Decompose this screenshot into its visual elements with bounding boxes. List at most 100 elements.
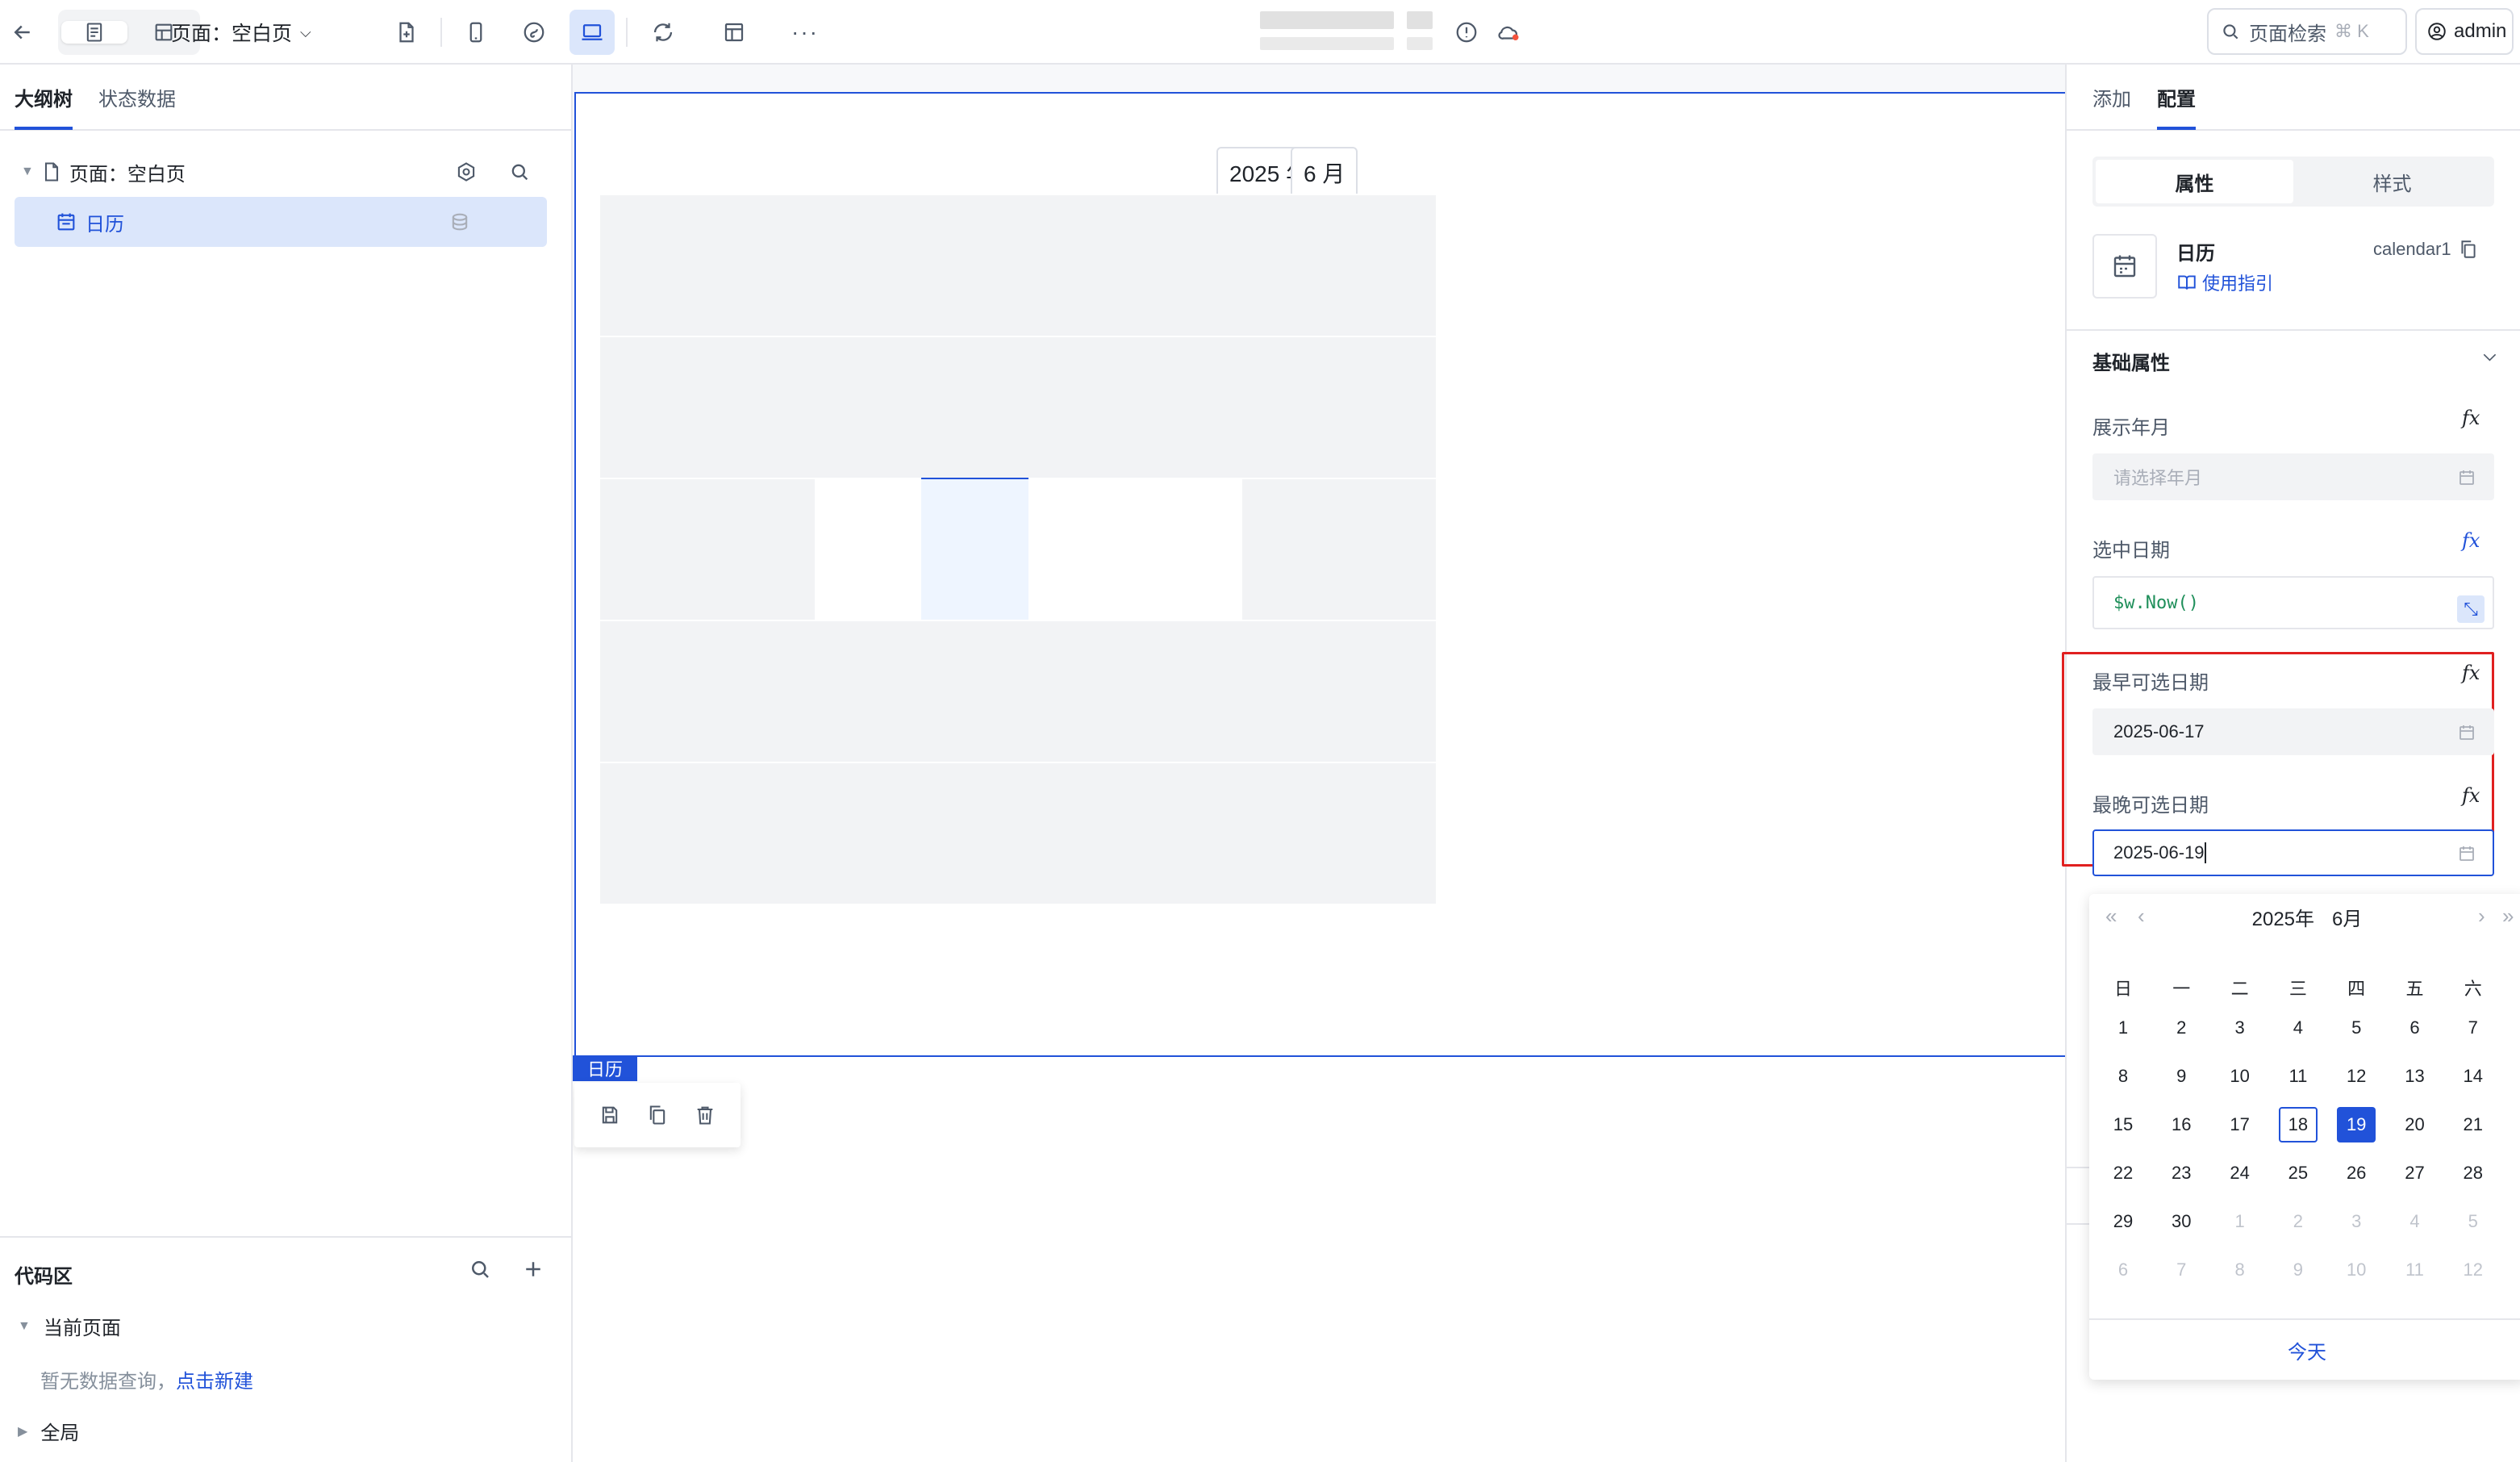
tree-node-page[interactable]: ▼ 页面：空白页 xyxy=(15,147,547,197)
today-button[interactable]: 今天 xyxy=(2089,1318,2520,1380)
picker-day[interactable]: 13 xyxy=(2396,1059,2434,1094)
max-date-input[interactable]: 2025-06-19 xyxy=(2092,829,2494,876)
fx-icon[interactable]: fx xyxy=(2462,784,2480,807)
template-layout-icon[interactable] xyxy=(711,10,757,55)
mobile-preview-icon[interactable] xyxy=(453,10,499,55)
picker-day[interactable]: 19 xyxy=(2337,1107,2376,1142)
picker-day[interactable]: 17 xyxy=(2221,1107,2259,1142)
picker-day[interactable]: 7 xyxy=(2454,1010,2493,1046)
section-title: 基础属性 xyxy=(2092,353,2170,374)
picker-day[interactable]: 1 xyxy=(2104,1010,2142,1046)
picker-year[interactable]: 2025年 xyxy=(2252,903,2314,931)
picker-day: 2 xyxy=(2293,1211,2304,1231)
picker-day[interactable]: 3 xyxy=(2221,1010,2259,1046)
calendar-day-cell[interactable] xyxy=(1242,762,1436,904)
picker-day[interactable]: 20 xyxy=(2396,1107,2434,1142)
tab-outline-tree[interactable]: 大纲树 xyxy=(15,64,73,130)
cloud-sync-icon[interactable] xyxy=(1486,10,1531,55)
picker-day: 3 xyxy=(2351,1211,2362,1231)
fx-icon[interactable]: fx xyxy=(2462,529,2480,552)
desktop-preview-icon[interactable] xyxy=(570,10,615,55)
calendar-day-cell[interactable] xyxy=(1242,478,1436,620)
more-icon[interactable]: ··· xyxy=(782,10,828,55)
caret-right-icon[interactable]: ▶ xyxy=(18,1423,27,1439)
document-view-icon[interactable] xyxy=(61,21,127,44)
expand-editor-icon[interactable]: ⤡ xyxy=(2457,595,2485,623)
back-arrow-icon[interactable] xyxy=(0,10,45,55)
code-global[interactable]: ▶ 全局 xyxy=(18,1417,79,1445)
picker-day[interactable]: 2 xyxy=(2162,1010,2201,1046)
caret-down-icon[interactable]: ▼ xyxy=(21,165,34,179)
code-search-icon[interactable] xyxy=(468,1257,492,1281)
picker-day[interactable]: 23 xyxy=(2162,1155,2201,1191)
tree-search-icon[interactable] xyxy=(508,161,531,183)
tab-properties[interactable]: 属性 xyxy=(2096,160,2293,203)
picker-day[interactable]: 24 xyxy=(2221,1155,2259,1191)
delete-icon[interactable] xyxy=(694,1104,716,1126)
refresh-icon[interactable] xyxy=(640,10,686,55)
tab-config[interactable]: 配置 xyxy=(2157,64,2196,130)
picker-day[interactable]: 22 xyxy=(2104,1155,2142,1191)
calendar-day-cell[interactable] xyxy=(1242,194,1436,336)
picker-day[interactable]: 27 xyxy=(2396,1155,2434,1191)
picker-day[interactable]: 4 xyxy=(2279,1010,2318,1046)
caret-down-icon[interactable]: ▼ xyxy=(18,1319,31,1334)
picker-day[interactable]: 16 xyxy=(2162,1107,2201,1142)
mini-program-icon[interactable] xyxy=(511,10,557,55)
basic-properties-header[interactable]: 基础属性 ⌵ xyxy=(2092,347,2496,375)
page-switcher[interactable]: 页面：空白页 ⌵ xyxy=(171,11,311,53)
user-menu[interactable]: admin xyxy=(2415,8,2514,55)
display-month-input[interactable]: 请选择年月 xyxy=(2092,453,2494,500)
min-date-value: 2025-06-17 xyxy=(2113,721,2205,741)
tab-state-data[interactable]: 状态数据 xyxy=(98,64,176,130)
tab-style[interactable]: 样式 xyxy=(2293,160,2491,203)
calendar-day-cell[interactable] xyxy=(1242,336,1436,478)
fx-icon[interactable]: fx xyxy=(2462,662,2480,684)
tree-node-calendar[interactable]: 日历 xyxy=(15,197,547,247)
copy-icon[interactable] xyxy=(646,1104,669,1126)
picker-day[interactable]: 11 xyxy=(2279,1059,2318,1094)
picker-day[interactable]: 6 xyxy=(2396,1010,2434,1046)
code-current-page[interactable]: ▼ 当前页面 xyxy=(18,1312,121,1340)
picker-day[interactable]: 12 xyxy=(2337,1059,2376,1094)
data-source-icon[interactable] xyxy=(449,211,471,233)
picker-day[interactable]: 5 xyxy=(2337,1010,2376,1046)
calendar-component[interactable]: 2025 年 ⌵ 6 月 日一二三四五123456891011121315161… xyxy=(574,92,2065,1057)
next-month-icon[interactable]: › xyxy=(2478,904,2485,929)
picker-day[interactable]: 14 xyxy=(2454,1059,2493,1094)
fx-icon[interactable]: fx xyxy=(2462,407,2480,429)
selected-date-expression[interactable]: $w.Now() ⤡ xyxy=(2092,576,2494,629)
next-year-icon[interactable]: » xyxy=(2502,904,2514,929)
picker-day[interactable]: 9 xyxy=(2162,1059,2201,1094)
add-page-icon[interactable] xyxy=(384,10,429,55)
picker-day[interactable]: 21 xyxy=(2454,1107,2493,1142)
info-icon[interactable] xyxy=(1444,10,1489,55)
picker-day[interactable]: 30 xyxy=(2162,1204,2201,1239)
settings-gear-icon[interactable] xyxy=(455,161,478,183)
picker-day[interactable]: 18 xyxy=(2278,1107,2318,1142)
tab-add[interactable]: 添加 xyxy=(2092,64,2131,130)
picker-day[interactable]: 8 xyxy=(2104,1059,2142,1094)
user-avatar-icon xyxy=(2428,23,2446,40)
calendar-day-cell[interactable] xyxy=(1242,620,1436,762)
page-search-button[interactable]: 页面检索 ⌘ K xyxy=(2207,8,2407,55)
book-icon xyxy=(2178,275,2196,290)
picker-day[interactable]: 15 xyxy=(2104,1107,2142,1142)
picker-day[interactable]: 29 xyxy=(2104,1204,2142,1239)
calendar-icon xyxy=(2460,470,2474,485)
picker-day[interactable]: 28 xyxy=(2454,1155,2493,1191)
toolbar-divider xyxy=(626,18,628,47)
copy-id-icon[interactable] xyxy=(2458,239,2479,260)
picker-day: 8 xyxy=(2234,1259,2245,1280)
month-select[interactable]: 6 月 xyxy=(1291,147,1358,198)
picker-month[interactable]: 6月 xyxy=(2332,903,2362,931)
picker-day[interactable]: 26 xyxy=(2337,1155,2376,1191)
save-icon[interactable] xyxy=(599,1104,621,1126)
create-query-link[interactable]: 点击新建 xyxy=(176,1371,253,1393)
picker-day: 4 xyxy=(2409,1211,2420,1231)
picker-day[interactable]: 10 xyxy=(2221,1059,2259,1094)
picker-day[interactable]: 25 xyxy=(2279,1155,2318,1191)
add-code-icon[interactable] xyxy=(521,1257,545,1281)
min-date-input[interactable]: 2025-06-17 xyxy=(2092,708,2494,755)
usage-guide-link[interactable]: 使用指引 xyxy=(2176,269,2273,295)
